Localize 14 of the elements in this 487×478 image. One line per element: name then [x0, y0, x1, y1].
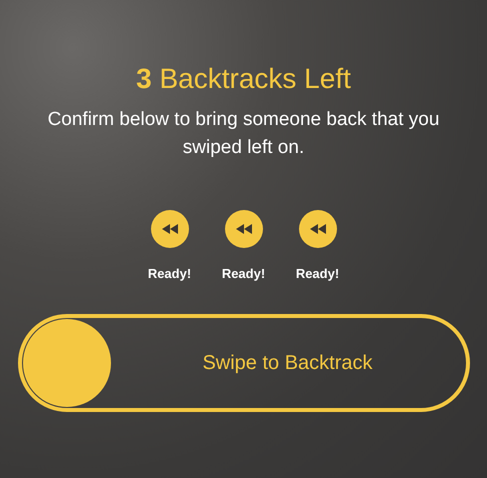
swipe-slider[interactable]: Swipe to Backtrack	[18, 314, 470, 412]
backtrack-status: Ready!	[296, 265, 340, 283]
slider-label: Swipe to Backtrack	[202, 350, 373, 376]
rewind-icon	[162, 224, 178, 234]
backtrack-button[interactable]	[298, 210, 336, 248]
backtrack-button[interactable]	[224, 210, 262, 248]
backtrack-status: Ready!	[222, 265, 266, 283]
backtrack-status: Ready!	[148, 265, 192, 283]
rewind-icon	[310, 224, 326, 234]
subtitle: Confirm below to bring someone back that you swiped left on.	[46, 108, 440, 160]
rewind-icon	[236, 224, 252, 234]
slider-thumb[interactable]	[22, 318, 110, 406]
backtrack-button[interactable]	[150, 210, 188, 248]
title: 3 Backtracks Left	[136, 62, 351, 96]
